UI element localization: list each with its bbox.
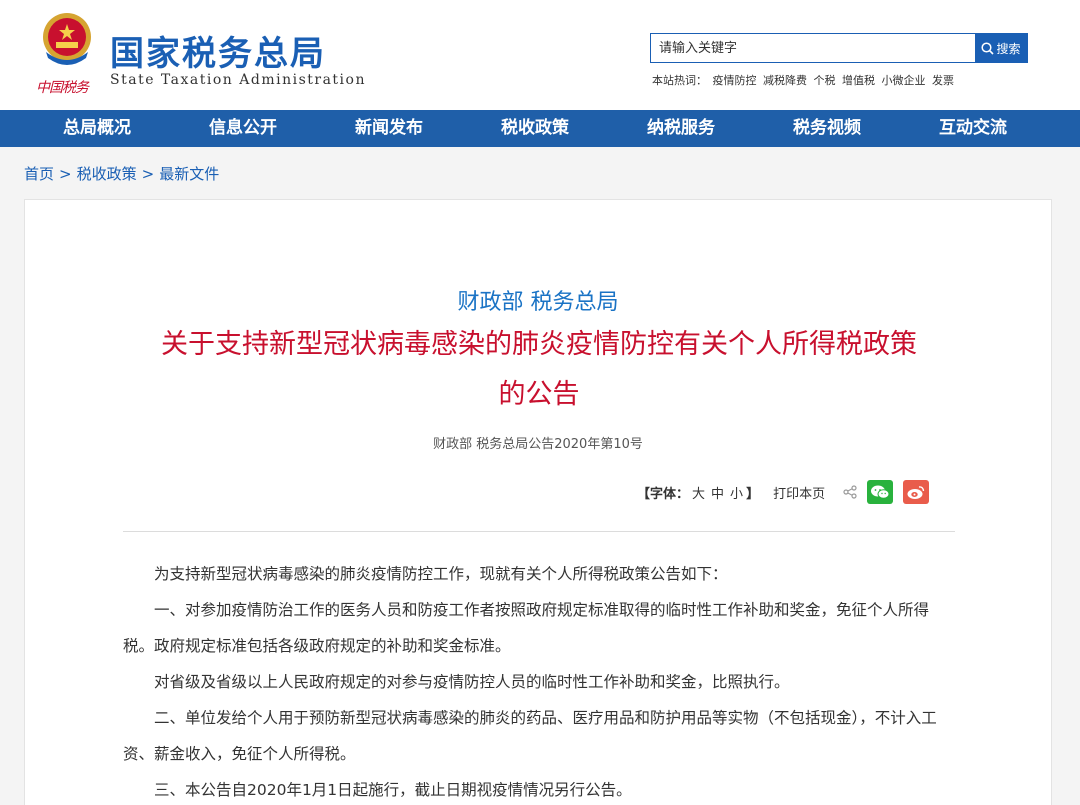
share-icon[interactable] [843,485,857,499]
font-size-medium[interactable]: 中 [711,483,724,502]
site-name[interactable]: 国家税务总局 [110,26,326,75]
hot-words-label: 本站热词： [652,74,707,87]
weibo-share-icon[interactable] [903,480,930,504]
hot-words: 本站热词： 疫情防控 减税降费 个税 增值税 小微企业 发票 [652,72,957,88]
search-button[interactable]: 搜索 [975,34,1027,62]
font-size-close: 】 [746,486,760,502]
search-input[interactable] [651,34,977,62]
wechat-icon [871,485,890,499]
article-tools: 【字体： 大 中 小 】 打印本页 [637,478,930,506]
article-panel: 财政部 税务总局 关于支持新型冠状病毒感染的肺炎疫情防控有关个人所得税政策的公告… [24,199,1052,805]
search-icon [981,41,995,55]
article-body: 为支持新型冠状病毒感染的肺炎疫情防控工作，现就有关个人所得税政策公告如下： 一、… [123,556,955,805]
article-divider [123,531,955,532]
article-paragraph: 为支持新型冠状病毒感染的肺炎疫情防控工作，现就有关个人所得税政策公告如下： [154,565,728,583]
hot-word-link[interactable]: 发票 [932,74,954,87]
nav-item-tax-video[interactable]: 税务视频 [754,110,900,147]
breadcrumb-separator: > [59,165,72,183]
breadcrumb-level2[interactable]: 最新文件 [159,165,219,183]
article-title: 关于支持新型冠状病毒感染的肺炎疫情防控有关个人所得税政策的公告 [161,329,917,410]
font-size-large[interactable]: 大 [692,483,705,502]
hot-word-link[interactable]: 小微企业 [882,74,926,87]
wechat-share-icon[interactable] [867,480,894,504]
breadcrumb-level1[interactable]: 税收政策 [77,165,137,183]
nav-item-tax-service[interactable]: 纳税服务 [608,110,754,147]
breadcrumb-home[interactable]: 首页 [24,165,54,183]
main-nav: 总局概况 信息公开 新闻发布 税收政策 纳税服务 税务视频 互动交流 [0,110,1080,147]
article-doc-number: 财政部 税务总局公告2020年第10号 [433,437,643,452]
print-page-link[interactable]: 打印本页 [773,483,825,502]
hot-word-link[interactable]: 增值税 [842,74,875,87]
nav-item-tax-policy[interactable]: 税收政策 [462,110,608,147]
hot-word-link[interactable]: 减税降费 [763,74,807,87]
font-size-small[interactable]: 小 [730,483,743,502]
font-size-label: 【字体： [637,486,690,502]
nav-item-overview[interactable]: 总局概况 [0,110,170,147]
site-header: 中国税务 国家税务总局 State Taxation Administratio… [0,0,1080,110]
weibo-icon [907,486,925,499]
article-paragraph: 二、单位发给个人用于预防新型冠状病毒感染的肺炎的药品、医疗用品和防护用品等实物（… [123,709,937,763]
breadcrumb-separator: > [141,165,155,183]
article-issuer: 财政部 税务总局 [457,290,619,315]
search-box: 搜索 [650,33,1028,63]
logo-calligraphy: 中国税务 [36,80,89,96]
site-name-en: State Taxation Administration [110,72,366,88]
hot-word-link[interactable]: 个税 [814,74,836,87]
article-paragraph: 三、本公告自2020年1月1日起施行，截止日期视疫情情况另行公告。 [154,781,632,799]
nav-item-info-disclosure[interactable]: 信息公开 [170,110,316,147]
search-button-label: 搜索 [996,41,1021,56]
article-paragraph: 对省级及省级以上人民政府规定的对参与疫情防控人员的临时性工作补助和奖金，比照执行… [154,673,790,691]
nav-item-news-release[interactable]: 新闻发布 [316,110,462,147]
hot-word-link[interactable]: 疫情防控 [713,74,757,87]
breadcrumb: 首页 > 税收政策 > 最新文件 [24,163,219,184]
nav-item-interaction[interactable]: 互动交流 [900,110,1046,147]
article-paragraph: 一、对参加疫情防治工作的医务人员和防疫工作者按照政府规定标准取得的临时性工作补助… [123,601,930,655]
national-emblem-icon [43,13,91,65]
